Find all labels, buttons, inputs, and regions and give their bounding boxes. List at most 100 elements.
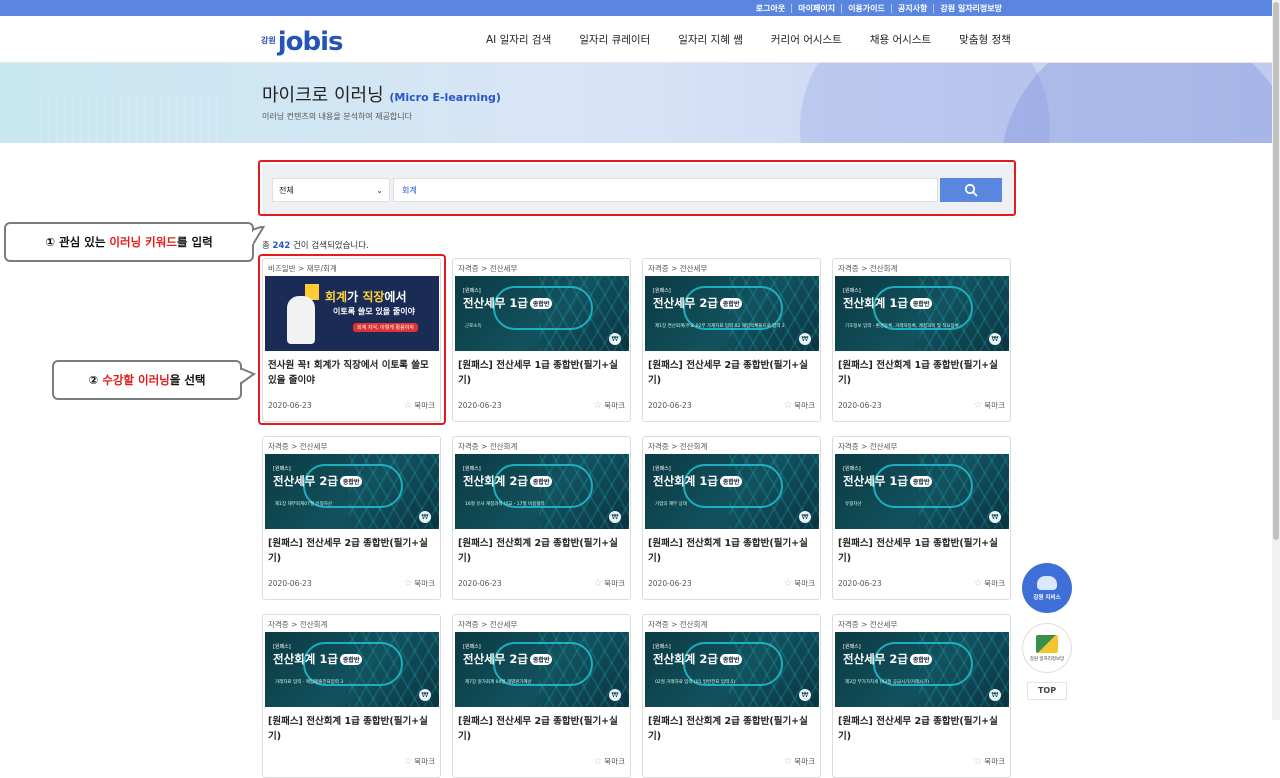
course-title[interactable]: [원패스] 전산세무 2급 종합반(필기+실기): [838, 714, 1006, 744]
bookmark-button[interactable]: ☆ 북마크: [973, 400, 1005, 411]
bookmark-button[interactable]: ☆ 북마크: [403, 756, 435, 767]
thumb-brand: [원패스]: [653, 466, 671, 472]
course-card[interactable]: 자격증 > 전산세무 [원패스] 전산세무 1급 종합반 근로소득 ₩ [원패스]…: [452, 258, 631, 422]
nav-hiring-assist[interactable]: 채용 어시스트: [870, 32, 931, 47]
bookmark-button[interactable]: ☆ 북마크: [593, 400, 625, 411]
course-thumbnail[interactable]: [원패스] 전산회계 2급 종합반 16절 유사 계정과목 비교 - 17절 비용…: [455, 454, 629, 529]
course-card[interactable]: 자격증 > 전산세무 [원패스] 전산세무 2급 종합반 제1장 재무회계07절 …: [262, 436, 441, 600]
course-card[interactable]: 자격증 > 전산세무 [원패스] 전산세무 1급 종합반 유형자산 ₩ [원패스]…: [832, 436, 1011, 600]
utility-links: 로그아웃 마이페이지 이용가이드 공지사항 강원 일자리정보망: [750, 0, 1008, 16]
course-category: 자격증 > 전산세무: [838, 442, 898, 451]
course-thumbnail[interactable]: [원패스] 전산세무 2급 종합반 제3장 부가가치세 (03절 공급시기/거래시…: [835, 632, 1009, 707]
job-portal-button[interactable]: 강원 일자리정보망: [1022, 623, 1072, 673]
bookmark-label: 북마크: [604, 757, 625, 766]
course-title[interactable]: [원패스] 전산세무 2급 종합반(필기+실기): [268, 536, 436, 566]
mypage-link[interactable]: 마이페이지: [791, 3, 841, 13]
scroll-top-button[interactable]: TOP: [1027, 682, 1067, 700]
course-category: 자격증 > 전산회계: [648, 442, 708, 451]
bookmark-label: 북마크: [984, 757, 1005, 766]
thumb-subtitle: 16절 유사 계정과목 비교 - 17절 비용항목: [465, 502, 545, 507]
course-date: 2020-06-23: [458, 401, 502, 410]
thumb-brand: [원패스]: [273, 466, 291, 472]
course-thumbnail[interactable]: [원패스] 전산세무 1급 종합반 근로소득 ₩: [455, 276, 629, 351]
won-icon: ₩: [799, 689, 811, 701]
guide-link[interactable]: 이용가이드: [841, 3, 891, 13]
course-thumbnail[interactable]: [원패스] 전산세무 2급 종합반 제1장 재무회계07절 유형자산 ₩: [265, 454, 439, 529]
course-card[interactable]: 자격증 > 전산세무 [원패스] 전산세무 2급 종합반 제7장 원가회계 04절…: [452, 614, 631, 778]
course-thumbnail[interactable]: [원패스] 전산세무 2급 종합반 제7장 원가회계 04절 개별원가계산 ₩: [455, 632, 629, 707]
course-thumbnail[interactable]: [원패스] 전산세무 2급 종합반 제1장 연산회계(주요 02부 가계자료 입력…: [645, 276, 819, 351]
course-title[interactable]: [원패스] 전산세무 1급 종합반(필기+실기): [838, 536, 1006, 566]
course-title[interactable]: [원패스] 전산세무 1급 종합반(필기+실기): [458, 358, 626, 388]
course-thumbnail[interactable]: [원패스] 전산회계 1급 종합반 거래자료 입력 - 매입매출전표입력 3 ₩: [265, 632, 439, 707]
course-thumbnail[interactable]: [원패스] 전산회계 1급 종합반 기초정보 입력 - 환경등록, 거래처등록, …: [835, 276, 1009, 351]
thumb-subtitle: 제7장 원가회계 04절 개별원가계산: [465, 680, 532, 685]
robot-icon: [1037, 575, 1057, 590]
notice-link[interactable]: 공지사항: [890, 3, 933, 13]
nav-job-curator[interactable]: 일자리 큐레이터: [579, 32, 650, 47]
thumb-pill: 종합반: [719, 654, 743, 665]
star-icon: ☆: [403, 578, 413, 589]
callout-step-2: ② 수강할 이러닝 을 선택: [52, 360, 242, 400]
course-card[interactable]: 자격증 > 전산회계 [원패스] 전산회계 1급 종합반 거래자료 입력 - 매입…: [262, 614, 441, 778]
won-icon: ₩: [419, 689, 431, 701]
bookmark-button[interactable]: ☆ 북마크: [403, 578, 435, 589]
bookmark-button[interactable]: ☆ 북마크: [593, 756, 625, 767]
course-card[interactable]: 자격증 > 전산세무 [원패스] 전산세무 2급 종합반 제3장 부가가치세 (0…: [832, 614, 1011, 778]
callout-highlight: 수강할 이러닝: [102, 373, 170, 387]
bookmark-button[interactable]: ☆ 북마크: [973, 756, 1005, 767]
course-date: 2020-06-23: [268, 579, 312, 588]
course-card[interactable]: 자격증 > 전산회계 [원패스] 전산회계 1급 종합반 기업의 재무 상태 ₩ …: [642, 436, 821, 600]
course-title[interactable]: [원패스] 전산회계 1급 종합반(필기+실기): [648, 536, 816, 566]
hero-banner: 마이크로 이러닝 (Micro E-learning) 이러닝 컨텐츠의 내용을…: [0, 63, 1272, 143]
nav-career-assist[interactable]: 커리어 어시스트: [771, 32, 842, 47]
bookmark-button[interactable]: ☆ 북마크: [783, 756, 815, 767]
course-thumbnail[interactable]: [원패스] 전산회계 2급 종합반 02절 거래자료 입력 (01 일반전표 입력…: [645, 632, 819, 707]
callout-highlight: 이러닝 키워드: [109, 235, 177, 249]
course-card[interactable]: 자격증 > 전산회계 [원패스] 전산회계 2급 종합반 02절 거래자료 입력 …: [642, 614, 821, 778]
course-title[interactable]: [원패스] 전산회계 1급 종합반(필기+실기): [268, 714, 436, 744]
course-title[interactable]: [원패스] 전산회계 2급 종합반(필기+실기): [648, 714, 816, 744]
thumb-title: 전산회계 1급 종합반: [843, 295, 933, 311]
bookmark-button[interactable]: ☆ 북마크: [593, 578, 625, 589]
nav-job-wisdom[interactable]: 일자리 지혜 쌤: [678, 32, 743, 47]
bookmark-button[interactable]: ☆ 북마크: [973, 578, 1005, 589]
header: 강원 jobis AI 일자리 검색 일자리 큐레이터 일자리 지혜 쌤 커리어…: [0, 16, 1272, 63]
logo-text: jobis: [277, 27, 344, 57]
course-title[interactable]: [원패스] 전산세무 2급 종합반(필기+실기): [458, 714, 626, 744]
bookmark-label: 북마크: [414, 757, 435, 766]
course-category: 자격증 > 전산회계: [268, 620, 328, 629]
course-title[interactable]: [원패스] 전산회계 2급 종합반(필기+실기): [458, 536, 626, 566]
scrollbar-thumb[interactable]: [1273, 2, 1279, 540]
logout-link[interactable]: 로그아웃: [750, 4, 791, 13]
course-date: 2020-06-23: [648, 579, 692, 588]
thumb-title: 전산회계 2급 종합반: [463, 473, 553, 489]
thumb-subtitle: 기초정보 입력 - 환경등록, 거래처등록, 계정과목 및 적요등록: [845, 324, 959, 329]
thumb-pill: 종합반: [719, 476, 743, 487]
course-category: 자격증 > 전산세무: [458, 620, 518, 629]
job-portal-label: 강원 일자리정보망: [1029, 656, 1065, 662]
course-card[interactable]: 자격증 > 전산세무 [원패스] 전산세무 2급 종합반 제1장 연산회계(주요 …: [642, 258, 821, 422]
logo[interactable]: 강원 jobis: [261, 22, 344, 57]
job-portal-link[interactable]: 강원 일자리정보망: [933, 3, 1008, 13]
bookmark-label: 북마크: [604, 579, 625, 588]
course-card[interactable]: 자격증 > 전산회계 [원패스] 전산회계 1급 종합반 기초정보 입력 - 환경…: [832, 258, 1011, 422]
bookmark-button[interactable]: ☆ 북마크: [783, 400, 815, 411]
course-thumbnail[interactable]: [원패스] 전산세무 1급 종합반 유형자산 ₩: [835, 454, 1009, 529]
course-title[interactable]: [원패스] 전산세무 2급 종합반(필기+실기): [648, 358, 816, 388]
nav-custom-policy[interactable]: 맞춤형 정책: [959, 32, 1011, 47]
bookmark-button[interactable]: ☆ 북마크: [783, 578, 815, 589]
course-title[interactable]: [원패스] 전산회계 1급 종합반(필기+실기): [838, 358, 1006, 388]
chatbot-button[interactable]: 강원 지비스: [1022, 563, 1072, 613]
thumb-subtitle: 제1장 재무회계07절 유형자산: [275, 502, 332, 507]
nav-ai-job-search[interactable]: AI 일자리 검색: [486, 32, 551, 47]
thumb-subtitle: 제3장 부가가치세 (03절 공급시기/거래시기): [845, 680, 930, 685]
star-icon: ☆: [593, 578, 603, 589]
thumb-pill: 종합반: [529, 476, 553, 487]
star-icon: ☆: [783, 756, 793, 767]
callout-pointer: [252, 226, 266, 248]
thumb-subtitle: 근로소득: [465, 324, 482, 329]
course-thumbnail[interactable]: [원패스] 전산회계 1급 종합반 기업의 재무 상태 ₩: [645, 454, 819, 529]
course-card[interactable]: 자격증 > 전산회계 [원패스] 전산회계 2급 종합반 16절 유사 계정과목 …: [452, 436, 631, 600]
thumb-subtitle: 제1장 연산회계(주요 02부 가계자료 입력 02 재입력체율으로 입력 2: [655, 324, 785, 329]
